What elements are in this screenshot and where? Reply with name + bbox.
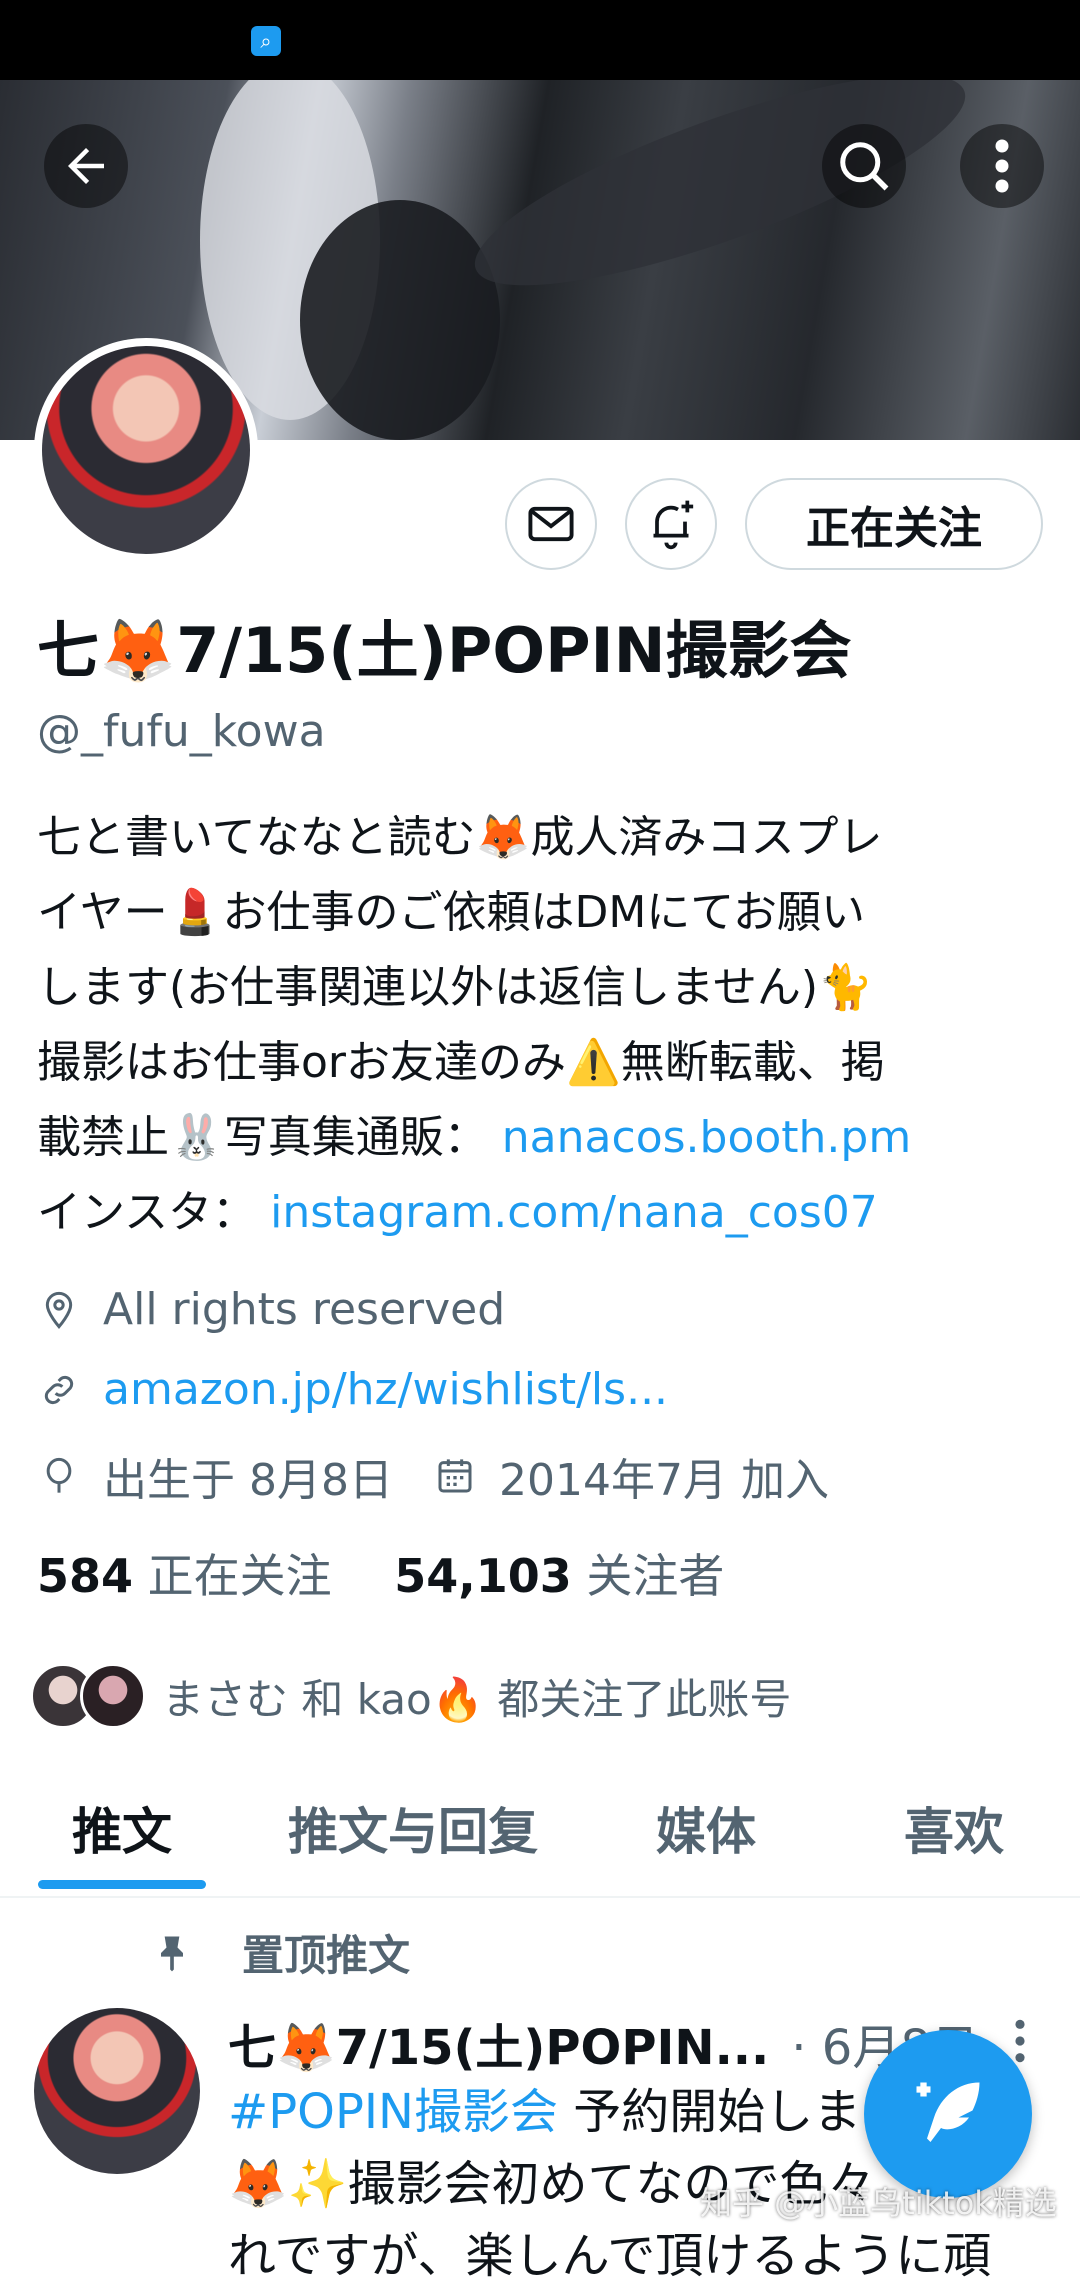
birthday-text: 出生于 8月8日 [103,1455,393,1506]
search-icon [840,142,889,191]
location-row: All rights reserved [37,1284,505,1335]
following-button[interactable]: 正在关注 [745,478,1043,570]
profile-tabs: 推文 推文与回复 媒体 喜欢 [0,1760,1080,1898]
status-bar: ⌕ [0,0,1080,80]
tab-tweets-replies[interactable]: 推文与回复 [288,1760,538,1896]
profile-bio: 七と書いてななと読む🦊成人済みコスプレ イヤー💄お仕事のご依頼はDMにてお願い … [37,800,1047,1250]
display-name: 七🦊7/15(土)POPIN撮影会 [37,614,852,687]
bio-line: します(お仕事関連以外は返信しません)🐈 [37,962,873,1013]
notifications-button[interactable] [625,478,717,570]
watermark-text: 知乎 @小蓝鸟tiktok精选 [700,2184,1057,2222]
tab-likes[interactable]: 喜欢 [904,1760,1004,1896]
followed-by-text: まさむ 和 kao🔥 都关注了此账号 [162,1674,792,1724]
instagram-link[interactable]: instagram.com/nana_cos07 [270,1187,878,1238]
bio-text: 載禁止🐰写真集通販： [37,1112,488,1163]
bio-text: インスタ： [37,1187,257,1238]
back-button[interactable] [44,124,128,208]
pinned-label-row: 置顶推文 [150,1922,410,1983]
message-button[interactable] [505,478,597,570]
calendar-icon [433,1454,477,1498]
location-pin-icon [37,1288,81,1332]
pinned-label: 置顶推文 [242,1931,411,1980]
tweet-author[interactable]: 七🦊7/15(土)POPIN... [228,2020,769,2076]
bio-line: インスタ： instagram.com/nana_cos07 [37,1175,1047,1250]
avatar-image [42,346,250,554]
followed-by-row[interactable]: まさむ 和 kao🔥 都关注了此账号 [30,1658,791,1734]
compose-tweet-button[interactable] [864,2030,1032,2198]
tab-media[interactable]: 媒体 [656,1760,756,1896]
search-button[interactable] [822,124,906,208]
link-icon [37,1368,81,1412]
following-count-link[interactable]: 584 正在关注 [37,1549,332,1603]
bell-plus-icon [653,500,694,550]
active-tab-indicator [38,1880,206,1889]
more-vert-icon [995,139,1009,193]
notification-app-icon: ⌕ [251,26,281,56]
location-text: All rights reserved [103,1284,506,1335]
pin-icon [161,1936,183,1971]
profile-avatar[interactable] [34,338,258,562]
tweet-hashtag[interactable]: #POPIN撮影会 [228,2084,558,2140]
bio-line: 撮影はお仕事orお友達のみ⚠️無断転載、掲 [37,1037,885,1088]
back-arrow-icon [68,148,104,184]
tweet-line: れですが、楽しんで頂けるように頑 [228,2228,992,2284]
bio-line: 七と書いてななと読む🦊成人済みコスプレ [37,812,883,863]
dates-row: 出生于 8月8日 2014年7月 加入 [37,1444,829,1508]
follow-counts: 584 正在关注 54,103 关注者 [37,1540,724,1606]
user-handle: @_fufu_kowa [37,706,326,757]
bio-line: イヤー💄お仕事のご依頼はDMにてお願い [37,887,865,938]
compose-feather-icon [916,2082,980,2142]
tweet-text-span: 予約開始しま [557,2084,862,2140]
booth-link[interactable]: nanacos.booth.pm [502,1112,911,1163]
more-button[interactable] [960,124,1044,208]
joined-text: 2014年7月 加入 [498,1455,829,1506]
tab-tweets[interactable]: 推文 [72,1760,172,1896]
follower-avatar [80,1663,146,1729]
website-link[interactable]: amazon.jp/hz/wishlist/ls... [103,1364,668,1415]
tweet-header: 七🦊7/15(土)POPIN... · 6月8日 [228,2008,979,2078]
mail-icon [528,506,574,542]
followers-count-link[interactable]: 54,103 关注者 [394,1549,724,1603]
balloon-icon [37,1454,81,1498]
tweet-avatar[interactable] [34,2008,200,2174]
bio-line: 載禁止🐰写真集通販： nanacos.booth.pm [37,1100,1047,1175]
website-row: amazon.jp/hz/wishlist/ls... [37,1364,668,1415]
